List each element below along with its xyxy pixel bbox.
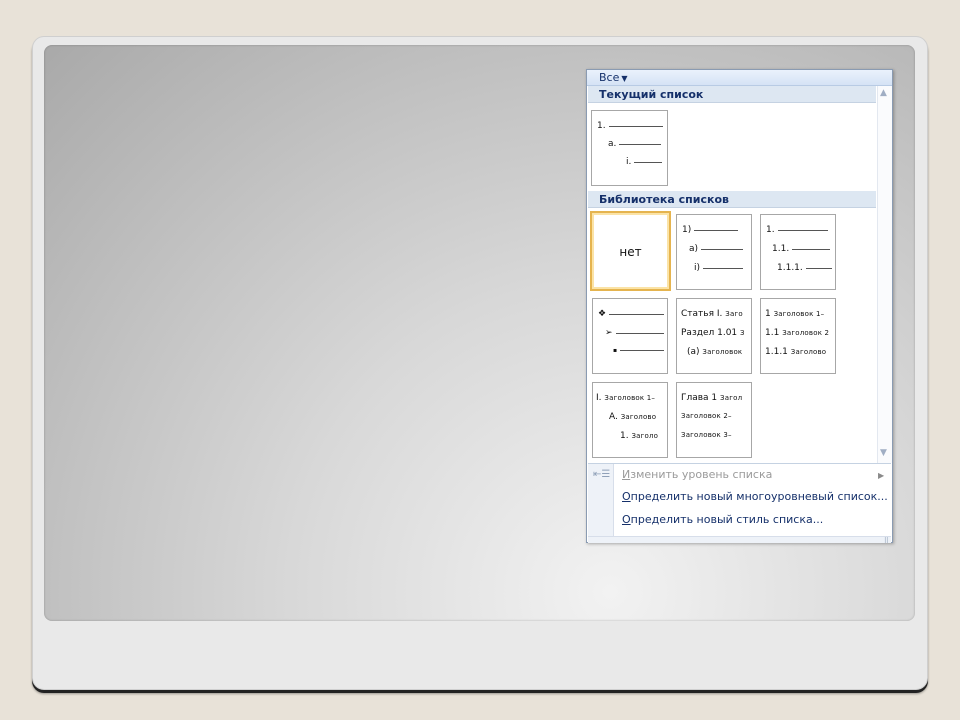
- tile-row: a): [689, 244, 744, 254]
- heading-sample: Заголово: [790, 348, 827, 356]
- tile-row: ➢: [605, 328, 664, 338]
- heading-sample: Заголовок 1–: [773, 310, 825, 318]
- tile-row: Раздел 1.01 З: [681, 328, 745, 338]
- level-label: 1.1: [765, 328, 780, 338]
- accelerator-letter: О: [622, 490, 631, 503]
- heading-sample: Загол: [720, 394, 743, 402]
- tile-row: 1.1.1.: [777, 263, 832, 273]
- level-label: 1.1.1.: [777, 263, 803, 273]
- change-list-level-item[interactable]: Изменить уровень списка: [622, 468, 772, 481]
- heading-sample: Заголово: [620, 413, 657, 421]
- level-label: 1.: [620, 431, 629, 441]
- gallery-scrollbar[interactable]: ▲ ▼: [877, 86, 892, 463]
- menu-separator: [588, 463, 891, 464]
- chevron-down-icon: ▼: [621, 74, 628, 83]
- tile-row: Глава 1 Загол: [681, 393, 742, 403]
- resize-grip-bar: ⠿: [588, 536, 891, 545]
- scroll-up-icon[interactable]: ▲: [880, 88, 887, 98]
- list-tile-parenthesis[interactable]: 1) a) i): [676, 214, 752, 290]
- level-label: 1): [682, 225, 692, 235]
- level-label: Глава 1: [681, 393, 718, 403]
- list-tile-bullets[interactable]: ❖ ➢ ▪: [592, 298, 668, 374]
- tile-row: ▪: [613, 347, 665, 354]
- level-label: i.: [626, 157, 632, 167]
- multilevel-list-gallery: Все ▼ Текущий список 1. a. i. Библиотека …: [586, 69, 893, 545]
- list-tile-article-section[interactable]: Статья I. Заго Раздел 1.01 З (a) Заголов…: [676, 298, 752, 374]
- tile-row: i): [694, 263, 744, 273]
- list-tile-heading-roman[interactable]: I. Заголовок 1– A. Заголово 1. Заголо: [592, 382, 668, 458]
- section-header-current: Текущий список: [588, 86, 876, 103]
- filter-dropdown-button[interactable]: Все ▼: [599, 71, 628, 84]
- level-label: a): [689, 244, 699, 254]
- filter-bar: Все ▼: [587, 70, 892, 86]
- menu-item-label: пределить новый многоуровневый список...: [630, 490, 888, 503]
- bullet-arrow-icon: ➢: [605, 328, 613, 338]
- menu-item-label: зменить уровень списка: [630, 468, 773, 481]
- heading-sample: З: [740, 329, 745, 337]
- level-label: a.: [608, 139, 617, 149]
- tile-row: Заголовок 2–: [681, 412, 732, 420]
- level-label: 1: [765, 309, 771, 319]
- tile-row: 1.: [597, 121, 663, 131]
- filter-label: Все: [599, 71, 620, 84]
- tile-row: a.: [608, 139, 662, 149]
- tile-row: 1.: [766, 225, 828, 235]
- tile-row: i.: [626, 157, 663, 167]
- level-label: 1.1.: [772, 244, 790, 254]
- level-label: A.: [609, 412, 618, 422]
- tile-row: Статья I. Заго: [681, 309, 743, 319]
- list-tile-none[interactable]: нет: [590, 211, 671, 291]
- accelerator-letter: О: [622, 513, 631, 526]
- tile-row: I. Заголовок 1–: [596, 393, 655, 403]
- bullet-diamond-icon: ❖: [598, 309, 607, 319]
- resize-grip-icon[interactable]: ⠿: [884, 537, 889, 545]
- heading-sample: Заголовок 3–: [681, 431, 732, 439]
- heading-sample: Заголовок 1–: [604, 394, 656, 402]
- tile-row: ❖: [598, 309, 665, 319]
- list-level-icon: ⇤☰: [593, 469, 611, 480]
- scroll-down-icon[interactable]: ▼: [880, 448, 887, 458]
- level-label: 1.1.1: [765, 347, 788, 357]
- level-label: 1.: [766, 225, 775, 235]
- list-tile-numeric-outline[interactable]: 1. 1.1. 1.1.1.: [760, 214, 836, 290]
- submenu-arrow-icon: ▶: [878, 471, 885, 480]
- tile-row: (a) Заголовок: [687, 347, 742, 357]
- heading-sample: Заголовок 2–: [681, 412, 732, 420]
- tile-row: 1 Заголовок 1–: [765, 309, 824, 319]
- level-label: i): [694, 263, 701, 273]
- tile-row: 1.1 Заголовок 2: [765, 328, 829, 338]
- heading-sample: Заголо: [631, 432, 659, 440]
- level-label: I.: [596, 393, 602, 403]
- level-label: (a): [687, 347, 700, 357]
- level-label: Статья I.: [681, 309, 723, 319]
- define-new-multilevel-list-item[interactable]: Определить новый многоуровневый список..…: [622, 490, 888, 503]
- level-label: 1.: [597, 121, 606, 131]
- list-tile-chapter[interactable]: Глава 1 Загол Заголовок 2– Заголовок 3–: [676, 382, 752, 458]
- tile-row: Заголовок 3–: [681, 431, 732, 439]
- tile-row: 1): [682, 225, 739, 235]
- tile-row: 1.1.1 Заголово: [765, 347, 826, 357]
- define-new-list-style-item[interactable]: Определить новый стиль списка...: [622, 513, 823, 526]
- none-label: нет: [619, 245, 642, 259]
- list-tile-heading-numeric[interactable]: 1 Заголовок 1– 1.1 Заголовок 2 1.1.1 Заг…: [760, 298, 836, 374]
- menu-item-label: пределить новый стиль списка...: [630, 513, 824, 526]
- tile-row: A. Заголово: [609, 412, 656, 422]
- heading-sample: Заголовок: [702, 348, 743, 356]
- list-tile-current[interactable]: 1. a. i.: [591, 110, 668, 186]
- accelerator-letter: И: [622, 468, 631, 481]
- tile-row: 1.1.: [772, 244, 831, 254]
- heading-sample: Заго: [725, 310, 743, 318]
- heading-sample: Заголовок 2: [782, 329, 830, 337]
- section-header-library: Библиотека списков: [588, 191, 876, 208]
- level-label: Раздел 1.01: [681, 328, 738, 338]
- tile-row: 1. Заголо: [620, 431, 658, 441]
- bullet-square-icon: ▪: [613, 347, 618, 354]
